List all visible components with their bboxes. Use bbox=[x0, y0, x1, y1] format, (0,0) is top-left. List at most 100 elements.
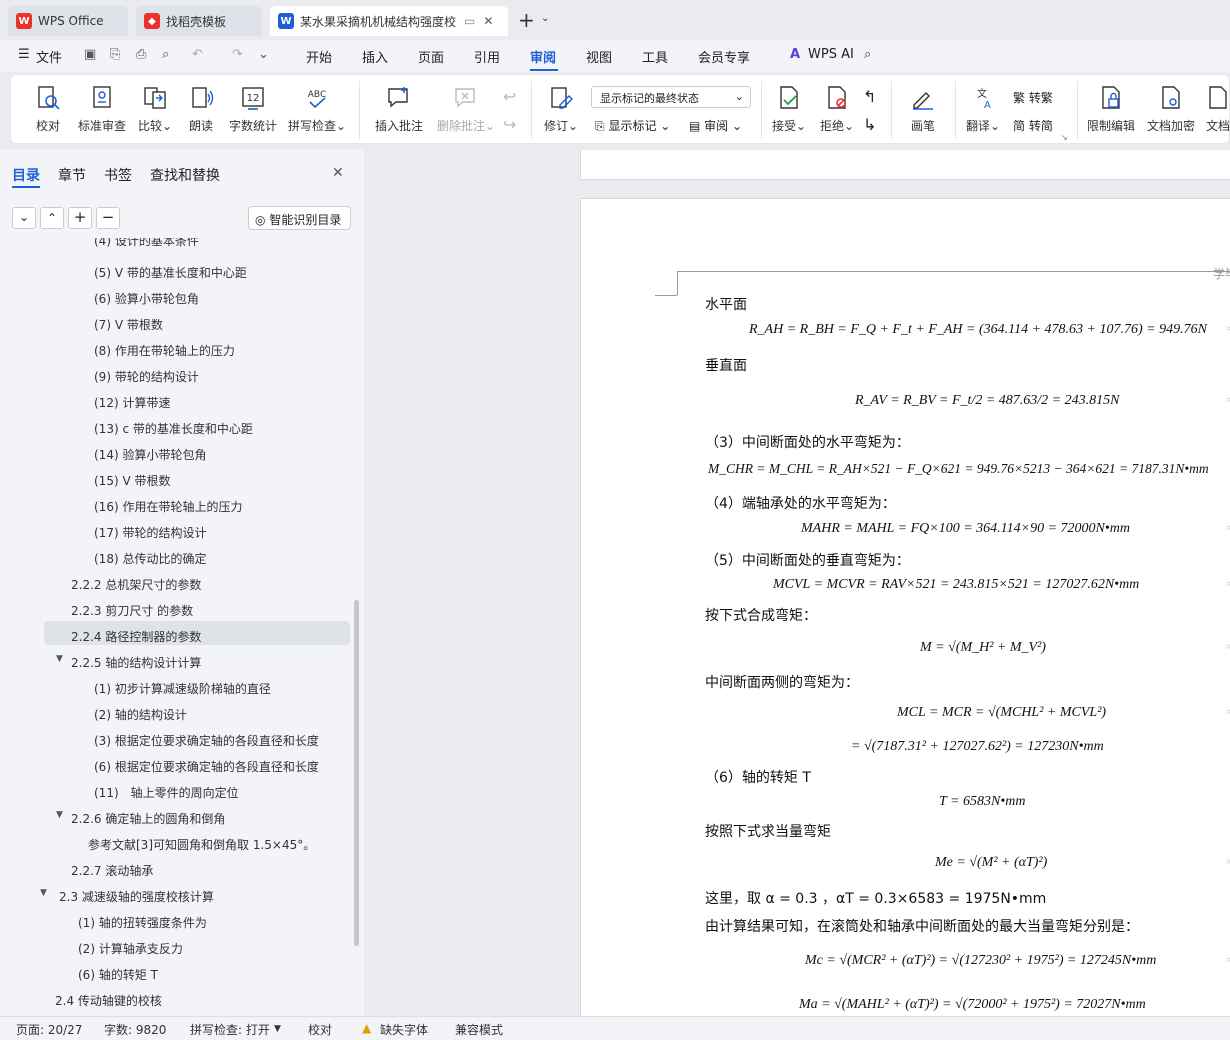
missing-font-status[interactable]: 缺失字体 bbox=[380, 1021, 428, 1038]
toc-item[interactable]: (1) 轴的扭转强度条件为 bbox=[78, 914, 207, 931]
redo-icon[interactable]: ↷ bbox=[232, 47, 243, 62]
insert-comment-button[interactable]: 插入批注 bbox=[371, 85, 427, 134]
menu-review[interactable]: 审阅 bbox=[530, 47, 556, 66]
previous-comment-icon[interactable]: ↩ bbox=[503, 87, 516, 106]
toc-item[interactable]: (6) 根据定位要求确定轴的各段直径和长度 bbox=[94, 758, 319, 775]
spell-check-button[interactable]: ABC 拼写检查⌄ bbox=[287, 85, 347, 134]
expanded-triangle-icon[interactable]: ▼ bbox=[56, 654, 63, 664]
previous-change-icon[interactable]: ↰ bbox=[863, 87, 876, 106]
review-pane-button[interactable]: ▤ 审阅 ⌄ bbox=[689, 117, 742, 134]
wps-ai-icon[interactable]: A bbox=[790, 47, 800, 62]
more-chevron-icon[interactable]: ⌄ bbox=[258, 47, 269, 62]
to-simplified-button[interactable]: 简 转简 bbox=[1013, 117, 1053, 134]
spell-check-status[interactable]: 拼写检查: 打开 bbox=[190, 1021, 270, 1038]
toc-item[interactable]: (1) 初步计算减速级阶梯轴的直径 bbox=[94, 680, 271, 697]
tab-bookmark[interactable]: 书签 bbox=[104, 165, 132, 185]
menu-view[interactable]: 视图 bbox=[586, 47, 612, 66]
word-count-button[interactable]: 12 字数统计 bbox=[225, 85, 281, 134]
search-icon[interactable]: ⌕ bbox=[864, 47, 871, 62]
close-icon[interactable]: ✕ bbox=[483, 14, 493, 28]
toc-item[interactable]: (17) 带轮的结构设计 bbox=[94, 524, 206, 541]
standard-review-button[interactable]: 标准审查 bbox=[75, 85, 129, 134]
word-count-status[interactable]: 字数: 9820 bbox=[104, 1021, 166, 1038]
to-traditional-button[interactable]: 繁 转繁 bbox=[1013, 89, 1053, 106]
export-icon[interactable]: ⎘ bbox=[110, 47, 120, 62]
toc-item[interactable]: 参考文献[3]可知圆角和倒角取 1.5×45°。 bbox=[88, 836, 315, 853]
toc-item[interactable]: (7) V 带根数 bbox=[94, 316, 163, 333]
tab-find-replace[interactable]: 查找和替换 bbox=[150, 165, 220, 185]
next-comment-icon[interactable]: ↪ bbox=[503, 115, 516, 134]
markup-state-select[interactable]: 显示标记的最终状态 ⌄ bbox=[591, 86, 751, 108]
compare-button[interactable]: 比较⌄ bbox=[135, 85, 175, 134]
print-icon[interactable]: ⎙ bbox=[136, 47, 146, 62]
collapse-all-button[interactable]: ⌄ bbox=[12, 207, 36, 229]
menu-insert[interactable]: 插入 bbox=[362, 47, 388, 66]
toc-item[interactable]: (3) 根据定位要求确定轴的各段直径和长度 bbox=[94, 732, 319, 749]
expand-dialog-icon[interactable]: ↘ bbox=[1061, 133, 1068, 142]
restrict-editing-button[interactable]: 限制编辑 bbox=[1085, 85, 1137, 134]
toc-item[interactable]: (5) V 带的基准长度和中心距 bbox=[94, 264, 247, 281]
chevron-down-icon[interactable]: ⌄ bbox=[541, 13, 549, 24]
toc-item[interactable]: (2) 计算轴承支反力 bbox=[78, 940, 183, 957]
toc-item[interactable]: (13) c 带的基准长度和中心距 bbox=[94, 420, 253, 437]
menu-file[interactable]: 文件 bbox=[36, 47, 62, 66]
toc-item[interactable]: (14) 验算小带轮包角 bbox=[94, 446, 206, 463]
track-changes-button[interactable]: 修订⌄ bbox=[541, 85, 581, 134]
menu-wps-ai[interactable]: WPS AI bbox=[808, 47, 854, 62]
toc-item[interactable]: 2.2.6 确定轴上的圆角和倒角 bbox=[71, 810, 225, 827]
toc-scrollbar-thumb[interactable] bbox=[354, 600, 359, 946]
toc-item[interactable]: 2.2.7 滚动轴承 bbox=[71, 862, 153, 879]
tab-document[interactable]: W 某水果采摘机机械结构强度校 ▭ ✕ bbox=[270, 6, 508, 36]
add-heading-button[interactable]: + bbox=[68, 207, 92, 229]
tab-chapter[interactable]: 章节 bbox=[58, 165, 86, 185]
menu-vip[interactable]: 会员专享 bbox=[698, 47, 750, 66]
toc-item[interactable]: (6) 轴的转矩 T bbox=[78, 966, 158, 983]
menu-start[interactable]: 开始 bbox=[306, 47, 332, 66]
tab-wps-office[interactable]: W WPS Office bbox=[8, 6, 128, 36]
toc-item[interactable]: (12) 计算带速 bbox=[94, 394, 170, 411]
tab-template[interactable]: ◆ 找稻壳模板 bbox=[136, 6, 262, 36]
remove-heading-button[interactable]: − bbox=[96, 207, 120, 229]
proofread-status[interactable]: 校对 bbox=[308, 1021, 332, 1038]
read-aloud-button[interactable]: 朗读 bbox=[185, 85, 217, 134]
show-markup-button[interactable]: ⎘ 显示标记 ⌄ bbox=[595, 117, 670, 134]
print-preview-icon[interactable]: ⌕ bbox=[162, 47, 169, 62]
toc-item[interactable]: (4) 设计的基本条件 bbox=[94, 238, 199, 249]
expand-all-button[interactable]: ⌃ bbox=[40, 207, 64, 229]
reject-button[interactable]: 拒绝⌄ bbox=[817, 85, 857, 134]
page-indicator[interactable]: 页面: 20/27 bbox=[16, 1021, 82, 1038]
toc-item[interactable]: (15) V 带根数 bbox=[94, 472, 170, 489]
translate-button[interactable]: 文A 翻译⌄ bbox=[963, 85, 1003, 134]
toc-item[interactable]: (8) 作用在带轮轴上的压力 bbox=[94, 342, 235, 359]
accept-button[interactable]: 接受⌄ bbox=[769, 85, 809, 134]
hamburger-icon[interactable]: ☰ bbox=[18, 47, 30, 62]
toc-item[interactable]: (11) 轴上零件的周向定位 bbox=[94, 784, 239, 801]
undo-icon[interactable]: ↶ bbox=[192, 47, 203, 62]
toc-item[interactable]: (16) 作用在带轮轴上的压力 bbox=[94, 498, 242, 515]
toc-item[interactable]: 2.2.2 总机架尺寸的参数 bbox=[71, 576, 201, 593]
toc-item-current[interactable]: 2.2.4 路径控制器的参数 bbox=[71, 628, 201, 645]
close-pane-icon[interactable]: ✕ bbox=[332, 165, 344, 181]
encrypt-button[interactable]: 文档加密 bbox=[1145, 85, 1197, 134]
delete-comment-button[interactable]: 删除批注⌄ bbox=[433, 85, 499, 134]
toc-item[interactable]: 2.2.5 轴的结构设计计算 bbox=[71, 654, 201, 671]
new-tab-icon[interactable]: + bbox=[518, 8, 535, 32]
smart-toc-button[interactable]: ◎ 智能识别目录 bbox=[248, 206, 351, 230]
expanded-triangle-icon[interactable]: ▼ bbox=[40, 888, 47, 898]
pen-button[interactable]: 画笔 bbox=[903, 85, 943, 134]
proofread-button[interactable]: 校对 bbox=[31, 85, 65, 134]
toc-item[interactable]: (6) 验算小带轮包角 bbox=[94, 290, 199, 307]
save-icon[interactable]: ▣ bbox=[84, 47, 96, 62]
toc-item[interactable]: (2) 轴的结构设计 bbox=[94, 706, 187, 723]
toc-item[interactable]: (9) 带轮的结构设计 bbox=[94, 368, 199, 385]
toc-item[interactable]: 2.3 减速级轴的强度校核计算 bbox=[59, 888, 214, 905]
next-change-icon[interactable]: ↳ bbox=[863, 115, 876, 134]
menu-reference[interactable]: 引用 bbox=[474, 47, 500, 66]
menu-tools[interactable]: 工具 bbox=[642, 47, 668, 66]
document-more-button[interactable]: 文档 bbox=[1205, 85, 1230, 134]
expanded-triangle-icon[interactable]: ▼ bbox=[56, 810, 63, 820]
toc-item[interactable]: 2.4 传动轴键的校核 bbox=[55, 992, 162, 1009]
toc-item[interactable]: 2.2.3 剪刀尺寸 的参数 bbox=[71, 602, 193, 619]
tab-toc[interactable]: 目录 bbox=[12, 165, 40, 185]
toc-item[interactable]: (18) 总传动比的确定 bbox=[94, 550, 206, 567]
